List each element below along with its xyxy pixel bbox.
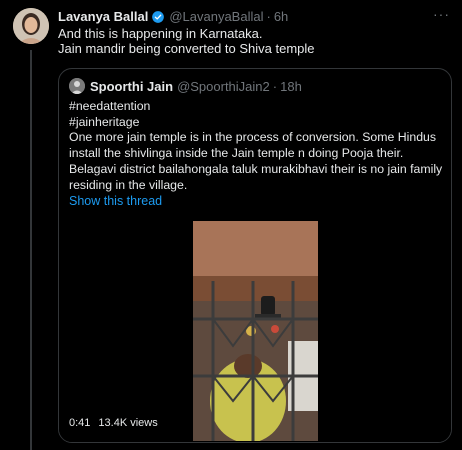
- video-views: 13.4K views: [98, 417, 158, 429]
- quoted-author-avatar[interactable]: [69, 78, 85, 94]
- thread-line: [30, 50, 32, 450]
- tweet-text: And this is happening in Karnataka. Jain…: [58, 26, 453, 56]
- author-avatar[interactable]: [13, 8, 49, 44]
- quoted-text-line: residing in the village.: [69, 177, 188, 192]
- separator-dot: ·: [272, 78, 278, 94]
- video-player[interactable]: 0:41 13.4K views: [59, 219, 451, 442]
- video-meta: 0:41 13.4K views: [69, 417, 158, 429]
- quoted-tweet-text: #needattention #jainheritage One more ja…: [69, 99, 447, 193]
- show-thread-link[interactable]: Show this thread: [69, 194, 162, 208]
- author-handle[interactable]: @LavanyaBallal: [169, 9, 263, 24]
- tweet-text-line: Jain mandir being converted to Shiva tem…: [58, 41, 315, 56]
- quoted-text-line[interactable]: #jainheritage: [69, 115, 447, 131]
- quoted-author-name[interactable]: Spoorthi Jain: [90, 79, 173, 94]
- quoted-text-line: One more jain temple is in the process o…: [69, 130, 437, 145]
- quoted-text-line: Belagavi district bailahongala taluk mur…: [69, 161, 443, 176]
- quoted-tweet-header: Spoorthi Jain @SpoorthiJain2 · 18h: [69, 78, 302, 94]
- quoted-author-handle[interactable]: @SpoorthiJain2: [177, 79, 270, 94]
- tweet-text-line: And this is happening in Karnataka.: [58, 26, 263, 41]
- more-options-icon[interactable]: ···: [433, 6, 450, 22]
- quoted-tweet-timestamp[interactable]: 18h: [280, 79, 302, 94]
- tweet-timestamp[interactable]: 6h: [274, 9, 288, 24]
- quoted-text-line[interactable]: #needattention: [69, 99, 447, 115]
- video-frame[interactable]: [193, 221, 318, 441]
- video-duration: 0:41: [69, 417, 91, 429]
- tweet[interactable]: Lavanya Ballal @LavanyaBallal · 6h ··· A…: [0, 0, 462, 450]
- author-name[interactable]: Lavanya Ballal: [58, 9, 148, 24]
- tweet-header: Lavanya Ballal @LavanyaBallal · 6h: [58, 9, 288, 24]
- verified-badge-icon: [152, 10, 165, 23]
- separator-dot: ·: [266, 9, 271, 24]
- quoted-text-line: install the shivlinga inside the Jain te…: [69, 146, 404, 161]
- quoted-tweet[interactable]: Spoorthi Jain @SpoorthiJain2 · 18h #need…: [58, 68, 452, 443]
